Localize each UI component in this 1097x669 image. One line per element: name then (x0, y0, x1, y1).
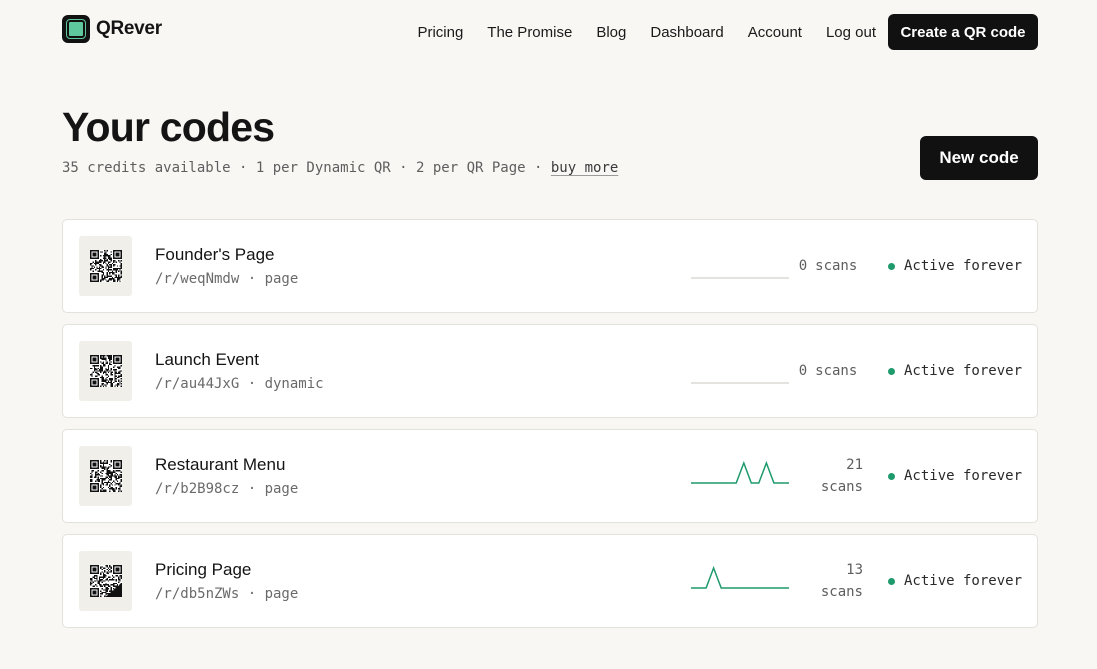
status-text: Active forever (904, 573, 1023, 589)
nav-account[interactable]: Account (748, 24, 802, 41)
status-badge: Active forever (888, 430, 1022, 522)
code-card-1[interactable]: Founder's Page /r/weqNmdw · page 0 scans… (62, 219, 1038, 313)
page-title: Your codes (62, 104, 275, 150)
code-meta: /r/au44JxG · dynamic (155, 376, 324, 392)
buy-more-link[interactable]: buy more (551, 160, 618, 176)
qr-thumbnail[interactable] (79, 341, 132, 401)
code-card-2[interactable]: Launch Event /r/au44JxG · dynamic 0 scan… (62, 324, 1038, 418)
scan-count-unit: scans (820, 479, 863, 495)
status-badge: Active forever (888, 325, 1022, 417)
scan-count-value: 0 (798, 258, 808, 274)
code-meta: /r/db5nZWs · page (155, 586, 299, 602)
status-text: Active forever (904, 468, 1023, 484)
qr-code-icon (89, 460, 122, 492)
scan-count: 0 scans (793, 325, 863, 417)
qrever-logo-icon (62, 15, 90, 43)
scan-count-value: 21 (846, 457, 863, 473)
nav-the-promise[interactable]: The Promise (487, 24, 572, 41)
code-name[interactable]: Launch Event (155, 350, 259, 370)
qr-code-icon (89, 250, 122, 282)
code-name[interactable]: Restaurant Menu (155, 455, 285, 475)
scan-count-value: 0 (798, 363, 808, 379)
scan-count-unit: scans (815, 258, 858, 274)
brand-name: QRever (96, 18, 162, 39)
nav-log-out[interactable]: Log out (826, 24, 876, 41)
brand-logo-link[interactable]: QRever (62, 15, 162, 43)
nav-pricing[interactable]: Pricing (417, 24, 463, 41)
main-nav: Pricing The Promise Blog Dashboard Accou… (417, 14, 876, 50)
scan-count-unit: scans (815, 363, 858, 379)
qr-thumbnail[interactable] (79, 446, 132, 506)
sparkline-line (691, 565, 789, 589)
qr-code-icon (89, 355, 122, 387)
scan-count-unit: scans (820, 584, 863, 600)
status-text: Active forever (904, 258, 1023, 274)
credits-info: 35 credits available · 1 per Dynamic QR … (62, 160, 618, 176)
scan-count-value: 13 (846, 562, 863, 578)
active-status-dot-icon (888, 472, 895, 480)
active-status-dot-icon (888, 262, 895, 270)
nav-blog[interactable]: Blog (596, 24, 626, 41)
active-status-dot-icon (888, 577, 895, 585)
create-qr-code-button[interactable]: Create a QR code (888, 14, 1038, 50)
code-card-3[interactable]: Restaurant Menu /r/b2B98cz · page 21 sca… (62, 429, 1038, 523)
top-navbar: QRever Pricing The Promise Blog Dashboar… (62, 14, 1038, 50)
scan-count: 0 scans (793, 220, 863, 312)
qr-thumbnail[interactable] (79, 236, 132, 296)
status-badge: Active forever (888, 220, 1022, 312)
sparkline-line (691, 460, 789, 484)
scan-sparkline (691, 382, 789, 384)
code-name[interactable]: Founder's Page (155, 245, 275, 265)
credits-text: 35 credits available · 1 per Dynamic QR … (62, 160, 551, 176)
qr-code-icon (89, 565, 122, 597)
code-meta: /r/weqNmdw · page (155, 271, 299, 287)
scan-sparkline (691, 565, 789, 589)
status-badge: Active forever (888, 535, 1022, 627)
scan-sparkline (691, 277, 789, 279)
status-text: Active forever (904, 363, 1023, 379)
codes-list: Founder's Page /r/weqNmdw · page 0 scans… (62, 219, 1038, 639)
code-name[interactable]: Pricing Page (155, 560, 251, 580)
qr-thumbnail[interactable] (79, 551, 132, 611)
active-status-dot-icon (888, 367, 895, 375)
scan-count: 21 scans (793, 430, 863, 522)
nav-dashboard[interactable]: Dashboard (650, 24, 723, 41)
code-meta: /r/b2B98cz · page (155, 481, 299, 497)
scan-sparkline (691, 460, 789, 484)
code-card-4[interactable]: Pricing Page /r/db5nZWs · page 13 scans … (62, 534, 1038, 628)
scan-count: 13 scans (793, 535, 863, 627)
new-code-button[interactable]: New code (920, 136, 1038, 180)
